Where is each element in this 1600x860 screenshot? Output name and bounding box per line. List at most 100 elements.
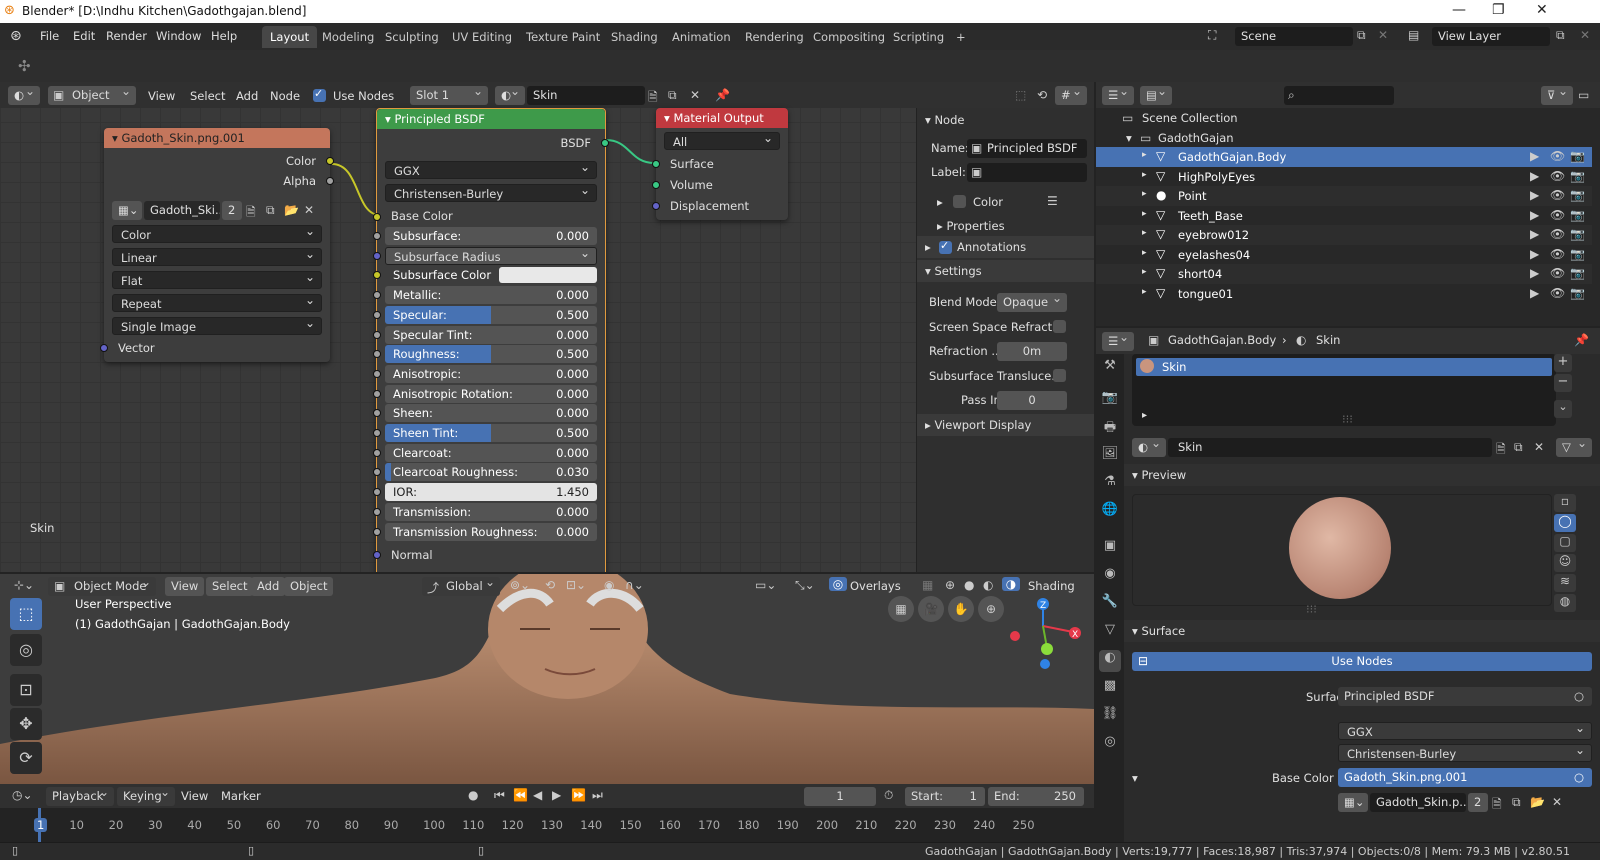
editor-type-icon[interactable]: ⊹⌄ bbox=[14, 578, 34, 592]
settings-panel-header[interactable]: ▾ Settings bbox=[917, 260, 1094, 282]
input-vector-socket[interactable] bbox=[100, 344, 108, 352]
bsdf-param-3[interactable]: Metallic: 0.000 bbox=[385, 286, 597, 305]
3d-viewport[interactable]: ⊹⌄ ▣ Object Mode View Select Add Object ⤴… bbox=[0, 574, 1094, 784]
material-tab-icon[interactable]: ◐ bbox=[1099, 650, 1121, 672]
remove-slot-button[interactable]: − bbox=[1554, 374, 1572, 392]
expand-icon[interactable]: ▸ bbox=[1142, 410, 1147, 421]
input-socket[interactable] bbox=[373, 468, 381, 477]
overlays-label[interactable]: Overlays bbox=[850, 579, 901, 593]
pass-index-field[interactable]: 0 bbox=[997, 391, 1067, 410]
list-icon[interactable]: ☰ bbox=[1047, 194, 1058, 208]
menu-edit[interactable]: Edit bbox=[73, 29, 95, 43]
menu-marker[interactable]: Marker bbox=[221, 789, 261, 803]
surface-panel-header[interactable]: ▾ Surface bbox=[1124, 620, 1600, 642]
wireframe-shading-icon[interactable]: ⊕ bbox=[945, 578, 955, 592]
new-scene-icon[interactable]: ⧉ bbox=[1357, 28, 1366, 43]
bsdf-param-5[interactable]: Specular Tint: 0.000 bbox=[385, 325, 597, 344]
node-name-field[interactable]: ▣ Principled BSDF bbox=[967, 139, 1087, 158]
bsdf-param-8[interactable]: Anisotropic Rotation: 0.000 bbox=[385, 384, 597, 403]
eye-icon[interactable]: 👁 bbox=[1550, 188, 1565, 202]
start-frame-field[interactable]: Start: 1 bbox=[905, 787, 985, 806]
selectable-icon[interactable]: ▶ bbox=[1530, 286, 1539, 300]
input-socket[interactable] bbox=[373, 330, 381, 339]
image-users-field[interactable]: 2 bbox=[1468, 793, 1488, 812]
grid-view-icon[interactable]: ▦ bbox=[888, 596, 914, 622]
menu-view[interactable]: View bbox=[181, 789, 208, 803]
object-mode-dropdown[interactable]: ▣ Object Mode bbox=[48, 577, 156, 596]
selectable-icon[interactable]: ▶ bbox=[1530, 227, 1539, 241]
menu-render[interactable]: Render bbox=[106, 29, 147, 43]
input-socket[interactable] bbox=[373, 488, 381, 497]
tab-layout[interactable]: Layout bbox=[262, 26, 318, 48]
expand-icon[interactable]: ▾ bbox=[1126, 131, 1132, 145]
input-socket[interactable] bbox=[373, 448, 381, 457]
rendered-shading-icon[interactable]: ◑ bbox=[1002, 577, 1020, 591]
output-alpha-socket[interactable] bbox=[326, 177, 334, 185]
add-workspace-button[interactable]: + bbox=[948, 26, 974, 48]
subsurface-method-dropdown[interactable]: Christensen-Burley bbox=[385, 183, 597, 202]
play-icon[interactable]: ▶ bbox=[552, 788, 561, 802]
bsdf-param-1[interactable]: Subsurface Radius bbox=[385, 246, 597, 265]
camera-render-icon[interactable]: 📷 bbox=[1570, 286, 1585, 300]
cursor-tool-icon[interactable]: ◎ bbox=[10, 634, 42, 666]
bsdf-param-9[interactable]: Sheen: 0.000 bbox=[385, 404, 597, 423]
properties-subpanel[interactable]: ▸ Properties bbox=[937, 219, 1005, 233]
extension-dropdown[interactable]: Repeat bbox=[112, 293, 322, 312]
material-slot-list[interactable]: Skin ▸ ⁝⁝⁝ bbox=[1132, 354, 1556, 426]
input-socket[interactable] bbox=[373, 271, 381, 280]
viewport-display-panel-header[interactable]: ▸ Viewport Display bbox=[917, 414, 1094, 436]
new-collection-icon[interactable]: ▭ bbox=[1578, 88, 1589, 102]
bsdf-param-6[interactable]: Roughness: 0.500 bbox=[385, 345, 597, 364]
eye-icon[interactable]: 👁 bbox=[1550, 149, 1565, 163]
snap-target-icon[interactable]: ⊡⌄ bbox=[566, 578, 586, 592]
fake-user-icon[interactable]: 🗎 bbox=[246, 203, 256, 224]
material-output-node[interactable]: ▾ Material Output All Surface Volume Dis… bbox=[652, 108, 788, 220]
eye-icon[interactable]: 👁 bbox=[1550, 247, 1565, 261]
camera-render-icon[interactable]: 📷 bbox=[1570, 149, 1585, 163]
input-volume-socket[interactable] bbox=[652, 181, 660, 189]
tab-texture-paint[interactable]: Texture Paint bbox=[518, 26, 608, 48]
tab-sculpting[interactable]: Sculpting bbox=[377, 26, 447, 48]
expand-icon[interactable]: ▸ bbox=[1142, 267, 1147, 277]
camera-render-icon[interactable]: 📷 bbox=[1570, 169, 1585, 183]
output-target-dropdown[interactable]: All bbox=[664, 131, 780, 150]
input-socket[interactable] bbox=[373, 507, 381, 516]
falloff-icon[interactable]: ∩⌄ bbox=[625, 578, 644, 592]
image-name-field[interactable]: Gadoth_Ski.. bbox=[144, 201, 220, 220]
gizmo-icon[interactable]: ⤡⌄ bbox=[795, 578, 815, 593]
maximize-button[interactable]: ❐ bbox=[1492, 2, 1505, 18]
subsurface-method-dropdown[interactable]: Christensen-Burley bbox=[1338, 743, 1592, 762]
sst-checkbox[interactable] bbox=[1053, 369, 1066, 382]
scene-collection-row[interactable]: ▭ Scene Collection bbox=[1096, 108, 1592, 128]
input-socket[interactable] bbox=[373, 251, 381, 260]
principled-bsdf-node-header[interactable]: ▾ Principled BSDF bbox=[377, 109, 605, 129]
input-displacement-socket[interactable] bbox=[652, 202, 660, 210]
outliner-item[interactable]: ▸ ▽ tongue01 ▶ 👁 📷 bbox=[1096, 284, 1592, 304]
menu-add[interactable]: Add bbox=[251, 577, 286, 596]
proportional-edit-icon[interactable]: ◉ bbox=[604, 578, 614, 592]
texture-tab-icon[interactable]: ▩ bbox=[1099, 678, 1121, 700]
eye-icon[interactable]: 👁 bbox=[1550, 266, 1565, 280]
data-tab-icon[interactable]: ◎ bbox=[1099, 734, 1121, 756]
tab-modeling[interactable]: Modeling bbox=[314, 26, 382, 48]
scene-icon[interactable]: ⛶ bbox=[1208, 28, 1216, 43]
preview-cube-icon[interactable]: ▢ bbox=[1554, 534, 1576, 552]
delete-scene-icon[interactable]: ✕ bbox=[1378, 28, 1388, 42]
prev-keyframe-icon[interactable]: ⏪ bbox=[513, 788, 528, 802]
input-socket[interactable] bbox=[373, 350, 381, 359]
ssr-checkbox[interactable] bbox=[1053, 320, 1066, 333]
eye-icon[interactable]: 👁 bbox=[1550, 227, 1565, 241]
camera-render-icon[interactable]: 📷 bbox=[1570, 266, 1585, 280]
distribution-dropdown[interactable]: GGX bbox=[385, 160, 597, 179]
projection-dropdown[interactable]: Flat bbox=[112, 270, 322, 289]
outliner-item[interactable]: ▸ ● Point ▶ 👁 📷 bbox=[1096, 186, 1592, 206]
camera-render-icon[interactable]: 📷 bbox=[1570, 208, 1585, 222]
menu-help[interactable]: Help bbox=[211, 29, 237, 43]
image-texture-node-header[interactable]: ▾ Gadoth_Skin.png.001 bbox=[104, 128, 330, 148]
selectable-icon[interactable]: ▶ bbox=[1530, 149, 1539, 163]
resize-handle[interactable]: ⁝⁝⁝ bbox=[1342, 412, 1353, 426]
bsdf-param-4[interactable]: Specular: 0.500 bbox=[385, 305, 597, 324]
material-slot-row[interactable]: Skin bbox=[1136, 358, 1552, 376]
tab-uv-editing[interactable]: UV Editing bbox=[444, 26, 520, 48]
view-layer-selector[interactable]: View Layer bbox=[1432, 27, 1550, 46]
